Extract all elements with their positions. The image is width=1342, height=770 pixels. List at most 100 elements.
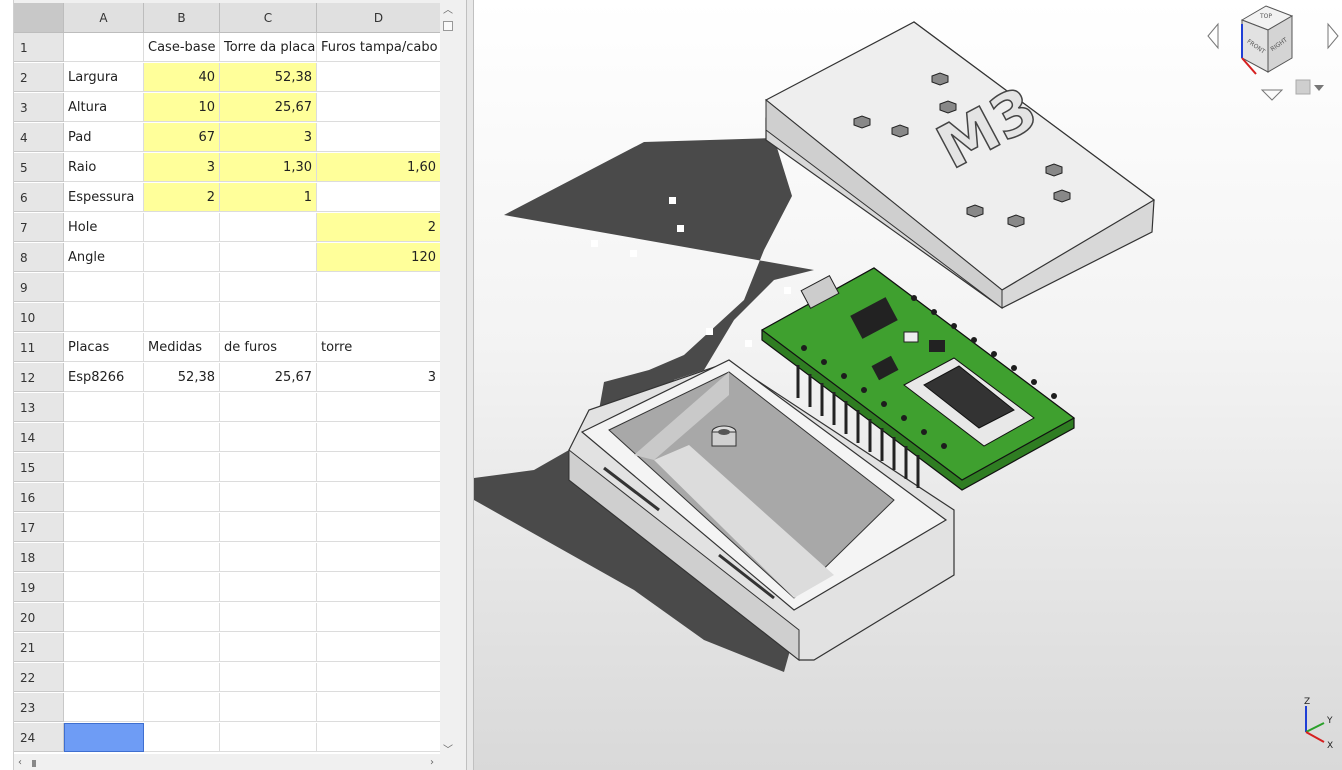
cell-c18[interactable] [220, 543, 317, 572]
cell-d15[interactable] [317, 453, 440, 482]
cell-d8[interactable]: 120 [317, 243, 440, 272]
row-header[interactable]: 2 [14, 63, 64, 92]
cell-a7[interactable]: Hole [64, 213, 144, 242]
cell-a21[interactable] [64, 633, 144, 662]
cell-b14[interactable] [144, 423, 220, 452]
cell-a11[interactable]: Placas [64, 333, 144, 362]
navigation-cube[interactable]: TOP FRONT RIGHT [1204, 0, 1342, 110]
cell-b1[interactable]: Case-base [144, 33, 220, 62]
cell-b3[interactable]: 10 [144, 93, 220, 122]
rotate-down-icon[interactable] [1260, 89, 1284, 101]
cell-d18[interactable] [317, 543, 440, 572]
cell-c4[interactable]: 3 [220, 123, 317, 152]
cell-d16[interactable] [317, 483, 440, 512]
cell-d5[interactable]: 1,60 [317, 153, 440, 182]
cell-a10[interactable] [64, 303, 144, 332]
cell-d22[interactable] [317, 663, 440, 692]
cell-c9[interactable] [220, 273, 317, 302]
spreadsheet-grid[interactable]: A B C D 1 Case-base Torre da placa Furos ta… [14, 3, 440, 754]
row-header[interactable]: 10 [14, 303, 64, 332]
row-header[interactable]: 15 [14, 453, 64, 482]
horizontal-scrollbar[interactable]: ‹ › [14, 757, 440, 770]
cell-b23[interactable] [144, 693, 220, 722]
cell-c11[interactable]: de furos [220, 333, 317, 362]
cell-c7[interactable] [220, 213, 317, 242]
cell-c24[interactable] [220, 723, 317, 752]
cell-c20[interactable] [220, 603, 317, 632]
cell-c2[interactable]: 52,38 [220, 63, 317, 92]
cell-b5[interactable]: 3 [144, 153, 220, 182]
cell-d1[interactable]: Furos tampa/cabo [317, 33, 440, 62]
row-header[interactable]: 6 [14, 183, 64, 212]
cell-b16[interactable] [144, 483, 220, 512]
row-header[interactable]: 20 [14, 603, 64, 632]
cell-c16[interactable] [220, 483, 317, 512]
cell-d4[interactable] [317, 123, 440, 152]
row-header[interactable]: 7 [14, 213, 64, 242]
cell-a23[interactable] [64, 693, 144, 722]
cell-a13[interactable] [64, 393, 144, 422]
cell-b21[interactable] [144, 633, 220, 662]
cell-c19[interactable] [220, 573, 317, 602]
cell-d12[interactable]: 3 [317, 363, 440, 392]
vertical-scroll-thumb[interactable] [443, 21, 453, 31]
cell-d10[interactable] [317, 303, 440, 332]
cell-a6[interactable]: Espessura [64, 183, 144, 212]
cell-d7[interactable]: 2 [317, 213, 440, 242]
cell-d13[interactable] [317, 393, 440, 422]
cell-b6[interactable]: 2 [144, 183, 220, 212]
cell-d9[interactable] [317, 273, 440, 302]
cell-c3[interactable]: 25,67 [220, 93, 317, 122]
cell-b4[interactable]: 67 [144, 123, 220, 152]
cell-c17[interactable] [220, 513, 317, 542]
column-header-d[interactable]: D [317, 3, 440, 33]
panel-splitter[interactable] [466, 0, 474, 770]
horizontal-scroll-thumb[interactable] [32, 760, 36, 767]
cell-b19[interactable] [144, 573, 220, 602]
cell-b15[interactable] [144, 453, 220, 482]
row-header[interactable]: 3 [14, 93, 64, 122]
cell-a15[interactable] [64, 453, 144, 482]
cell-a17[interactable] [64, 513, 144, 542]
cell-a9[interactable] [64, 273, 144, 302]
cell-b22[interactable] [144, 663, 220, 692]
column-header-b[interactable]: B [144, 3, 220, 33]
cell-b24[interactable] [144, 723, 220, 752]
cell-b2[interactable]: 40 [144, 63, 220, 92]
cell-d23[interactable] [317, 693, 440, 722]
row-header[interactable]: 5 [14, 153, 64, 182]
cell-d21[interactable] [317, 633, 440, 662]
cell-c21[interactable] [220, 633, 317, 662]
scroll-right-icon[interactable]: › [430, 758, 434, 768]
cell-a4[interactable]: Pad [64, 123, 144, 152]
cell-a19[interactable] [64, 573, 144, 602]
cell-b10[interactable] [144, 303, 220, 332]
vertical-scrollbar[interactable]: ︿ ﹀ [440, 3, 456, 756]
cell-c12[interactable]: 25,67 [220, 363, 317, 392]
row-header[interactable]: 12 [14, 363, 64, 392]
row-header[interactable]: 21 [14, 633, 64, 662]
cell-b7[interactable] [144, 213, 220, 242]
cell-a22[interactable] [64, 663, 144, 692]
row-header[interactable]: 16 [14, 483, 64, 512]
cell-d6[interactable] [317, 183, 440, 212]
row-header[interactable]: 19 [14, 573, 64, 602]
cell-b12[interactable]: 52,38 [144, 363, 220, 392]
scroll-down-icon[interactable]: ﹀ [443, 746, 453, 756]
view-menu-dropdown-icon[interactable] [1314, 85, 1324, 91]
cell-d20[interactable] [317, 603, 440, 632]
cell-c15[interactable] [220, 453, 317, 482]
cell-a5[interactable]: Raio [64, 153, 144, 182]
cell-d19[interactable] [317, 573, 440, 602]
column-header-c[interactable]: C [220, 3, 317, 33]
row-header[interactable]: 9 [14, 273, 64, 302]
cell-a20[interactable] [64, 603, 144, 632]
cell-a16[interactable] [64, 483, 144, 512]
cell-d17[interactable] [317, 513, 440, 542]
scroll-up-icon[interactable]: ︿ [443, 6, 453, 16]
rotate-left-icon[interactable] [1207, 22, 1219, 50]
cell-c5[interactable]: 1,30 [220, 153, 317, 182]
row-header[interactable]: 24 [14, 723, 64, 752]
cell-d14[interactable] [317, 423, 440, 452]
row-header[interactable]: 14 [14, 423, 64, 452]
